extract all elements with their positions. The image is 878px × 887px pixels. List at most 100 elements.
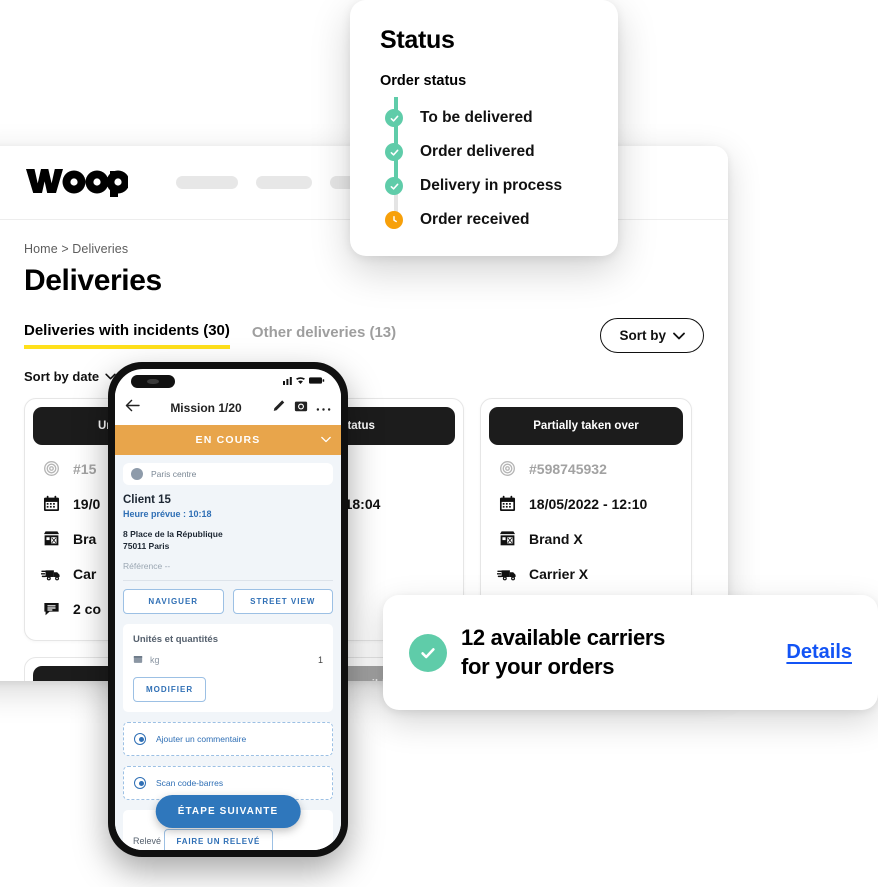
mission-reference: Référence -- (123, 560, 171, 571)
street-view-button[interactable]: STREET VIEW (232, 588, 333, 614)
mission-title: Mission 1/20 (170, 401, 242, 415)
card-reference: #15 (73, 460, 97, 477)
order-status-label: Order status (380, 73, 467, 89)
details-link[interactable]: Details (786, 641, 852, 664)
available-carriers-callout: 12 available carriers for your orders De… (383, 595, 878, 710)
phone-status-bar (115, 369, 341, 391)
clock-icon (385, 211, 403, 229)
page-title: Deliveries (24, 264, 162, 297)
sort-by-button[interactable]: Sort by (600, 318, 704, 353)
status-item-order-delivered[interactable]: Order delivered (380, 135, 588, 169)
tab-deliveries-with-incidents[interactable]: Deliveries with incidents (30) (24, 322, 230, 349)
mission-state-banner[interactable]: EN COURS (115, 425, 341, 455)
status-timeline: To be delivered Order delivered Delivery… (380, 97, 588, 237)
nav-item-2[interactable] (256, 176, 312, 189)
action-buttons: NAVIGUER STREET VIEW (123, 588, 333, 614)
address-line-1: 8 Place de la République (123, 529, 223, 539)
status-item-to-be-delivered[interactable]: To be delivered (380, 101, 588, 135)
tabs-row: Deliveries with incidents (30) Other del… (24, 318, 704, 353)
truck-icon (497, 563, 518, 584)
status-bar-icons (283, 375, 325, 388)
store-icon (41, 528, 62, 549)
chevron-down-icon (673, 332, 685, 339)
next-step-button[interactable]: ÉTAPE SUIVANTE (155, 795, 301, 828)
mission-state-label: EN COURS (195, 434, 261, 446)
fingerprint-icon (41, 458, 62, 479)
status-item-order-received[interactable]: Order received (380, 203, 588, 237)
box-icon (133, 654, 143, 666)
screenshot-root: Home > Deliveries Deliveries Deliveries … (0, 0, 878, 887)
barcode-scan-icon (134, 776, 146, 789)
address-line-2: 75011 Paris (123, 541, 170, 552)
card-reference: #598745932 (529, 460, 607, 477)
scan-barcode-label: Scan code-barres (156, 777, 224, 788)
plus-circle-icon (134, 732, 146, 745)
carriers-message-line-1: 12 available carriers (461, 625, 666, 651)
calendar-icon (41, 493, 62, 514)
card-brand: Brand X (529, 530, 583, 547)
phone-app-bar: Mission 1/20 (115, 391, 341, 425)
card-date-row: 18/05/2022 - 12:10 (497, 486, 677, 521)
add-comment-button[interactable]: Ajouter un commentaire (123, 721, 333, 756)
store-icon (497, 528, 518, 549)
expected-time: Heure prévue : 10:18 (123, 509, 212, 519)
card-comments: 2 co (73, 600, 102, 617)
carriers-message-line-2: for your orders (461, 653, 615, 679)
card-date: 19/0 (73, 495, 101, 512)
check-icon (385, 109, 403, 127)
back-icon[interactable] (125, 399, 140, 417)
edit-pencil-icon[interactable] (272, 399, 286, 418)
status-item-label: Order received (420, 211, 530, 228)
sort-by-date-label: Sort by date (24, 369, 100, 384)
zone-label: Paris centre (151, 469, 197, 479)
status-title: Status (380, 26, 455, 54)
status-item-label: To be delivered (420, 109, 533, 126)
check-icon (385, 177, 403, 195)
carriers-message: 12 available carriers for your orders (461, 624, 665, 680)
fingerprint-icon (497, 458, 518, 479)
releve-button[interactable]: FAIRE UN RELEVÉ (163, 828, 274, 850)
phone-screen: Mission 1/20 EN COURS Paris centre Clien… (115, 369, 341, 850)
phone-mockup: Mission 1/20 EN COURS Paris centre Clien… (108, 362, 348, 857)
add-comment-label: Ajouter un commentaire (156, 733, 247, 744)
units-title: Unités et quantités (133, 633, 218, 645)
calendar-icon (497, 493, 518, 514)
check-icon (385, 143, 403, 161)
unit-quantity: 1 (317, 654, 323, 665)
nav-item-1[interactable] (176, 176, 238, 189)
status-item-label: Order delivered (420, 143, 535, 160)
phone-notch (131, 374, 175, 388)
sort-by-label: Sort by (619, 328, 666, 343)
unit-label: kg (150, 654, 160, 665)
chevron-down-icon (321, 434, 331, 446)
card-date: 18/05/2022 - 12:10 (529, 495, 648, 512)
truck-icon (41, 563, 62, 584)
zone-chip[interactable]: Paris centre (123, 463, 333, 485)
card-carrier: Carrier X (529, 565, 589, 582)
comment-icon (41, 598, 62, 619)
check-circle-icon (409, 633, 447, 672)
more-options-icon[interactable] (316, 399, 331, 417)
tab-other-deliveries[interactable]: Other deliveries (13) (252, 324, 396, 347)
units-panel: Unités et quantités kg 1 MODIFIER (123, 623, 333, 712)
mission-detail-content: Paris centre Client 15 Heure prévue : 10… (115, 455, 341, 850)
address: 8 Place de la République 75011 Paris (123, 528, 333, 553)
modify-button[interactable]: MODIFIER (133, 676, 207, 702)
navigate-button[interactable]: NAVIGUER (123, 588, 224, 614)
card-carrier-row: Carrier X (497, 556, 677, 591)
card-brand-row: Brand X (497, 521, 677, 556)
card-status-header: Partially taken over (489, 407, 683, 446)
card-carrier: Car (73, 565, 97, 582)
releve-label: Relevé (133, 835, 162, 846)
client-name: Client 15 (123, 494, 171, 506)
divider (123, 579, 333, 581)
woop-logo[interactable] (24, 163, 130, 202)
zone-color-dot (131, 468, 143, 480)
camera-icon[interactable] (294, 399, 308, 418)
status-item-label: Delivery in process (420, 177, 563, 194)
status-item-delivery-in-process[interactable]: Delivery in process (380, 169, 588, 203)
status-popover: Status Order status To be delivered Orde… (350, 0, 618, 256)
card-brand: Bra (73, 530, 97, 547)
card-reference-row: #598745932 (497, 451, 677, 486)
unit-row: kg 1 (133, 654, 323, 666)
